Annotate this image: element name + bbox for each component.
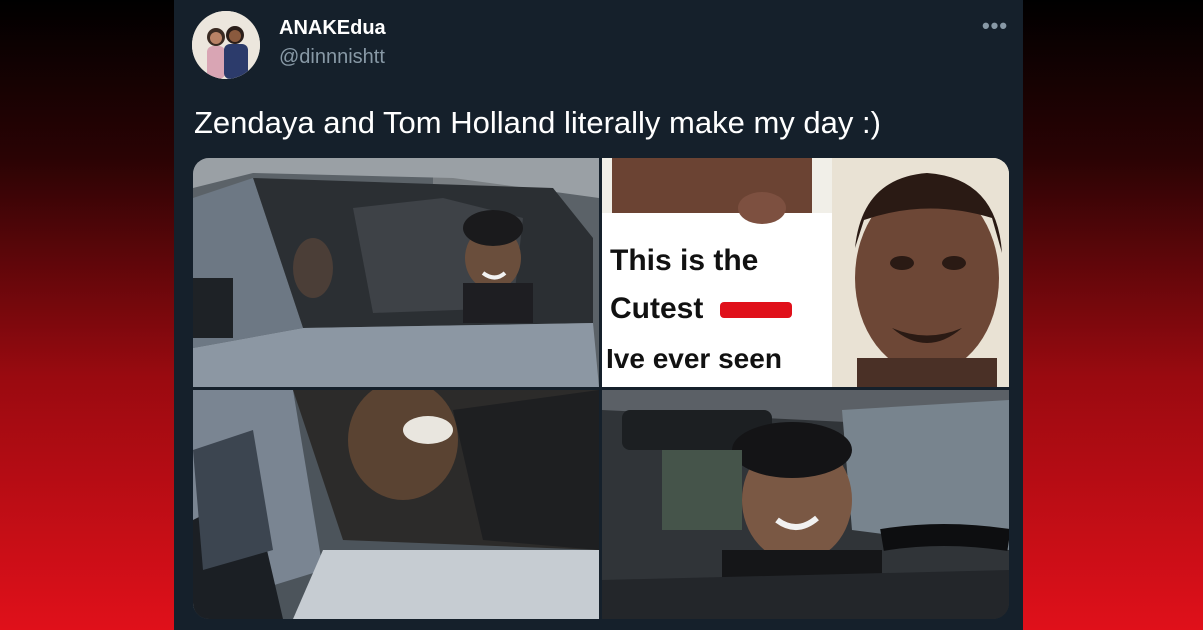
tweet-text: Zendaya and Tom Holland literally make m… xyxy=(194,105,881,140)
more-options-button[interactable]: ••• xyxy=(980,15,1010,42)
tweet-card: ANAKEdua @dinnnishtt ••• Zendaya and Tom… xyxy=(174,0,1023,630)
media-photo-2[interactable]: This is the Cutest Ive ever seen xyxy=(602,158,1009,387)
censor-mark xyxy=(720,302,792,318)
sign-line-1: This is the xyxy=(610,244,758,277)
media-photo-1[interactable] xyxy=(193,158,599,387)
media-grid: This is the Cutest Ive ever seen xyxy=(193,158,1009,619)
media-photo-3[interactable] xyxy=(193,390,599,619)
media-photo-4[interactable] xyxy=(602,390,1009,619)
display-name[interactable]: ANAKEdua xyxy=(279,17,386,40)
user-handle[interactable]: @dinnnishtt xyxy=(279,46,385,69)
sign-line-3: Ive ever seen xyxy=(606,343,782,374)
sign-line-2: Cutest xyxy=(610,292,703,325)
avatar-photo xyxy=(192,11,260,79)
user-avatar[interactable] xyxy=(192,11,260,79)
